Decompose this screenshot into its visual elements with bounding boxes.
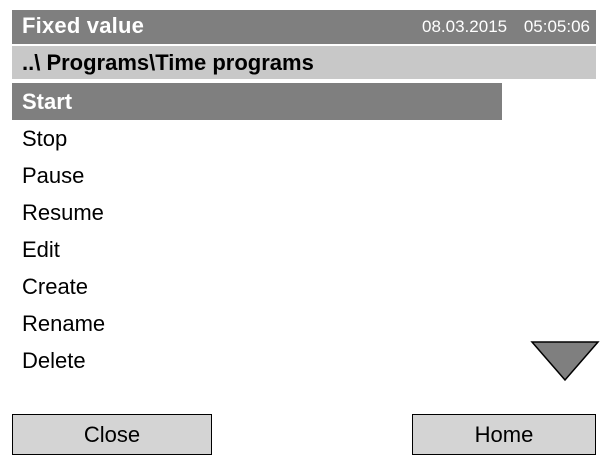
operating-mode: Fixed value — [22, 13, 145, 38]
breadcrumb-path: ..\ Programs\Time programs — [22, 50, 314, 75]
menu-item-rename[interactable]: Rename — [12, 305, 502, 342]
title-bar: Fixed value 08.03.2015 05:05:06 — [12, 10, 596, 44]
menu-item-edit[interactable]: Edit — [12, 231, 502, 268]
menu-item-pause[interactable]: Pause — [12, 157, 502, 194]
menu-item-start[interactable]: Start — [12, 83, 502, 120]
footer-bar: Close Home — [2, 414, 606, 455]
menu-item-delete[interactable]: Delete — [12, 342, 502, 379]
breadcrumb: ..\ Programs\Time programs — [12, 46, 596, 79]
controller-screen: Fixed value 08.03.2015 05:05:06 ..\ Prog… — [2, 2, 606, 455]
menu-item-stop[interactable]: Stop — [12, 120, 502, 157]
menu-item-create[interactable]: Create — [12, 268, 502, 305]
home-button[interactable]: Home — [412, 414, 596, 455]
program-menu: Start Stop Pause Resume Edit Create Rena… — [12, 83, 596, 379]
triangle-down-icon — [530, 341, 600, 382]
menu-item-resume[interactable]: Resume — [12, 194, 502, 231]
date-time: 08.03.2015 05:05:06 — [422, 17, 590, 36]
scroll-down-button[interactable] — [530, 340, 600, 382]
close-button[interactable]: Close — [12, 414, 212, 455]
